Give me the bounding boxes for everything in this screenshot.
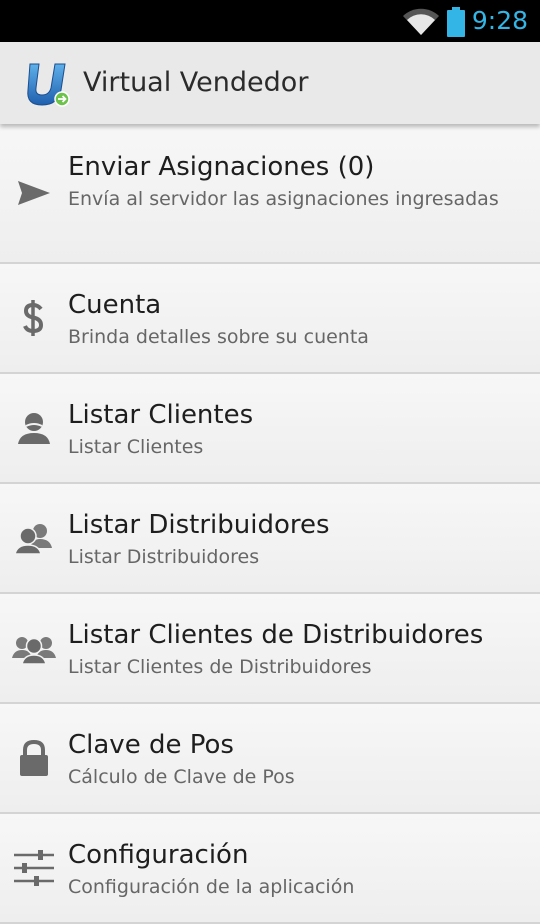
menu-item-subtitle: Listar Distribuidores (68, 546, 260, 568)
dollar-icon (23, 300, 44, 336)
menu-item-title: Configuración (68, 840, 249, 870)
send-icon (18, 181, 50, 205)
lock-icon (20, 739, 48, 776)
two-persons-icon (14, 524, 52, 555)
menu-item-listar-clientes[interactable]: Listar Clientes Listar Clientes (0, 374, 540, 484)
status-bar: 9:28 (0, 0, 540, 42)
menu-item-title: Listar Distribuidores (68, 510, 330, 540)
menu-item-listar-clientes-distribuidores[interactable]: Listar Clientes de Distribuidores Listar… (0, 594, 540, 704)
menu-item-title: Listar Clientes (68, 400, 254, 430)
menu-item-subtitle: Brinda detalles sobre su cuenta (68, 326, 369, 348)
menu-item-clave-de-pos[interactable]: Clave de Pos Cálculo de Clave de Pos (0, 704, 540, 814)
menu-item-title: Enviar Asignaciones (0) (68, 152, 375, 182)
action-bar: Virtual Vendedor (0, 42, 540, 124)
person-icon (18, 413, 50, 444)
menu-item-configuracion[interactable]: Configuración Configuración de la aplica… (0, 814, 540, 924)
menu-item-cuenta[interactable]: Cuenta Brinda detalles sobre su cuenta (0, 264, 540, 374)
sliders-icon (14, 850, 54, 886)
menu-item-title: Listar Clientes de Distribuidores (68, 620, 484, 650)
menu-item-subtitle: Listar Clientes (68, 436, 204, 458)
menu-list: Enviar Asignaciones (0) Envía al servido… (0, 124, 540, 924)
menu-item-title: Clave de Pos (68, 730, 234, 760)
group-icon (12, 637, 56, 665)
app-title: Virtual Vendedor (83, 67, 309, 98)
menu-item-listar-distribuidores[interactable]: Listar Distribuidores Listar Distribuido… (0, 484, 540, 594)
app-logo-icon[interactable] (24, 60, 72, 108)
menu-item-subtitle: Envía al servidor las asignaciones ingre… (68, 188, 499, 210)
wifi-icon (403, 8, 439, 36)
menu-item-title: Cuenta (68, 290, 162, 320)
battery-icon (447, 7, 465, 37)
menu-item-subtitle: Configuración de la aplicación (68, 876, 355, 898)
menu-item-subtitle: Cálculo de Clave de Pos (68, 766, 295, 788)
clock: 9:28 (471, 6, 528, 35)
menu-item-enviar-asignaciones[interactable]: Enviar Asignaciones (0) Envía al servido… (0, 124, 540, 264)
menu-item-subtitle: Listar Clientes de Distribuidores (68, 656, 372, 678)
